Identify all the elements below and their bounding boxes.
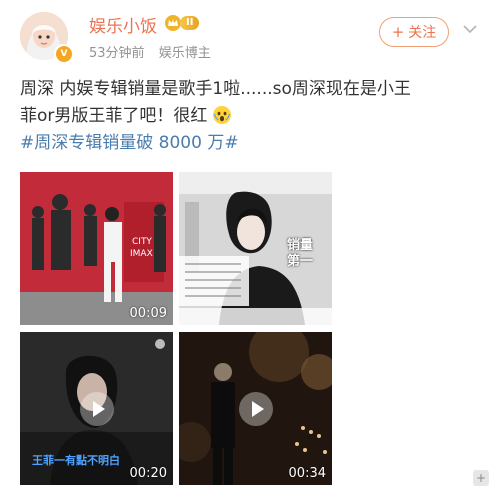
image-thumbnail-2[interactable]: 销量 第一 [179,172,332,325]
svg-text:IMAX: IMAX [130,249,153,259]
post-text: 周深 内娱专辑销量是歌手1啦......so周深现在是小王 菲or男版王菲了吧！… [20,76,480,157]
follow-button[interactable]: + 关注 [379,17,449,47]
video-duration: 00:09 [129,306,167,321]
verified-badge-icon: V [54,44,74,64]
video-caption: 王菲一有點不明白 [32,454,120,467]
video-thumbnail-1[interactable]: CITY IMAX 00:09 [20,172,173,325]
video-thumbnail-3[interactable]: 王菲一有點不明白 00:20 [20,332,173,485]
chevron-down-icon[interactable] [463,24,477,34]
video-duration: 00:20 [129,466,167,481]
video-thumbnail-4[interactable]: 00:34 [179,332,332,485]
post-text-line1: 周深 内娱专辑销量是歌手1啦......so周深现在是小王 [20,79,411,99]
plus-icon: + [391,23,405,41]
image-caption: 销量 第一 [287,238,314,269]
level-badge: II [164,14,208,32]
author-name[interactable]: 娱乐小饭 [89,12,157,37]
scream-emoji-icon [212,106,231,124]
hashtag-link[interactable]: #周深专辑销量破 8000 万# [20,130,480,157]
svg-text:CITY: CITY [132,237,152,247]
post-time: 53分钟前 [89,46,145,61]
video-duration: 00:34 [288,466,326,481]
post-meta: 53分钟前 娱乐博主 [89,42,221,61]
play-icon[interactable] [238,391,273,426]
level-label: II [180,16,200,30]
follow-label: 关注 [408,25,437,41]
play-icon[interactable] [79,391,114,426]
post-text-line2: 菲or男版王菲了吧！很红 [20,106,208,126]
add-icon[interactable]: + [473,470,489,486]
post-source: 娱乐博主 [158,46,211,61]
